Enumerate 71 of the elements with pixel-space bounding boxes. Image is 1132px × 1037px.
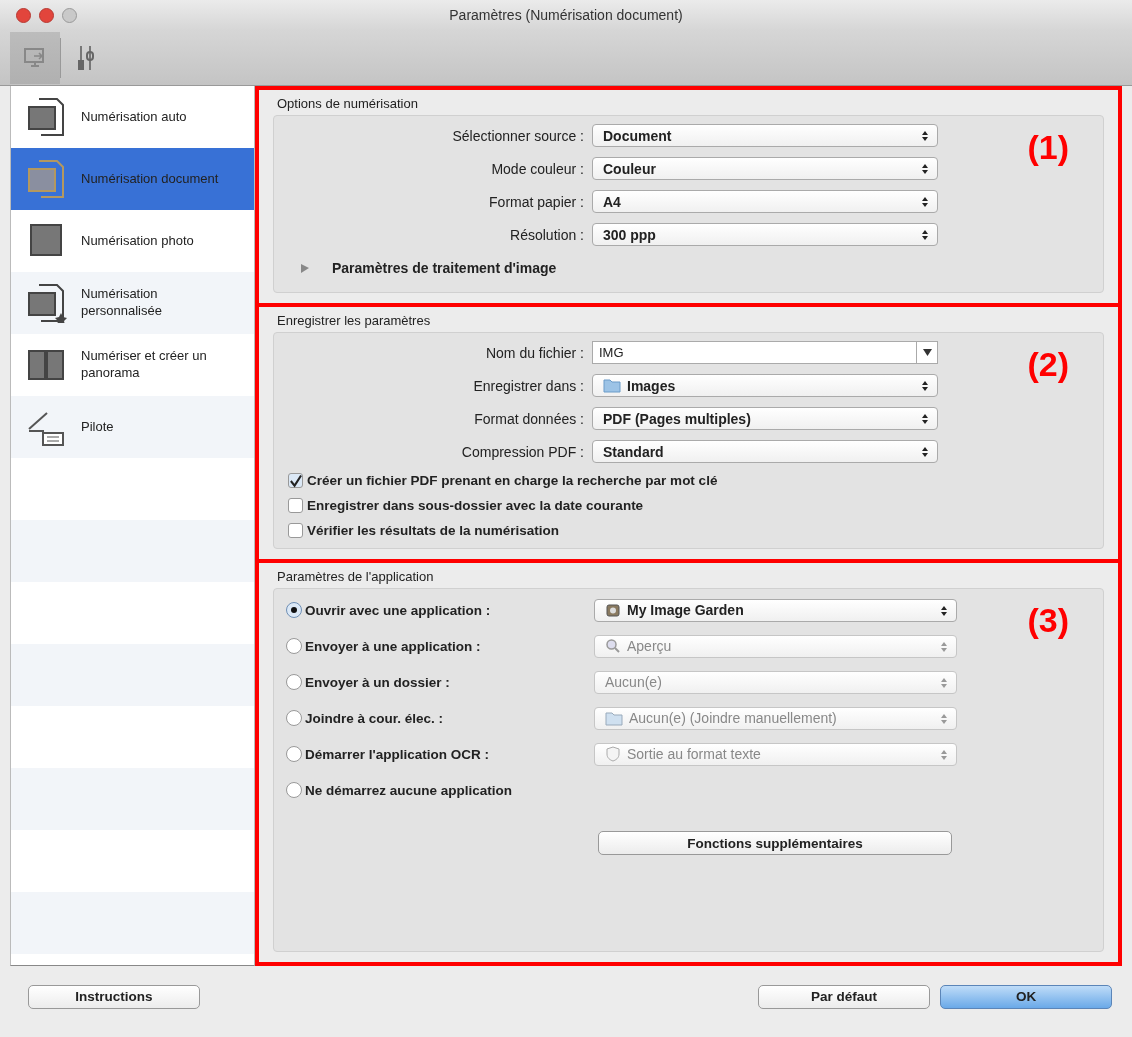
checkbox-label: Créer un fichier PDF prenant en charge la recherche par mot clé (307, 473, 718, 488)
zoom-icon[interactable] (62, 7, 77, 23)
dropdown[interactable]: Couleur (592, 157, 938, 180)
stepper-arrows-icon (921, 380, 929, 392)
field-label: Compression PDF : (460, 443, 584, 460)
stepper-arrows-icon (921, 196, 929, 208)
field-label: Nom du fichier : (484, 344, 584, 361)
radio-label: Ne démarrez aucune application (305, 782, 514, 798)
callout-number: (1) (1027, 128, 1069, 167)
sidebar-item[interactable]: Numérisation personnalisée (11, 272, 254, 334)
instructions-button[interactable]: Instructions (28, 984, 200, 1009)
tools-icon (76, 43, 96, 72)
checkbox-label: Vérifier les résultats de la numérisation (307, 523, 560, 538)
stepper-arrows-icon (940, 604, 948, 617)
filename-field[interactable]: IMG (592, 341, 938, 364)
stepper-arrows-icon (921, 130, 929, 142)
field-label: Format données : (473, 410, 584, 427)
stepper-arrows-icon (940, 712, 948, 725)
radio-button[interactable] (286, 782, 302, 798)
close-icon[interactable] (16, 7, 31, 23)
stepper-arrows-icon (921, 229, 929, 241)
stepper-arrows-icon (921, 446, 929, 458)
default-button[interactable]: Par défaut (758, 984, 930, 1009)
radio-button[interactable] (286, 602, 302, 618)
radio-label: Démarrer l'application OCR : (305, 746, 490, 762)
radio-label: Envoyer à un dossier : (305, 674, 451, 690)
window-title: Paramètres (Numérisation document) (449, 7, 683, 23)
dropdown[interactable]: Document (592, 124, 938, 147)
section-title: Enregistrer les paramètres (277, 313, 432, 328)
dropdown[interactable]: Images (592, 374, 938, 397)
callout-number: (2) (1027, 345, 1069, 384)
dropdown[interactable]: Standard (592, 440, 938, 463)
radio-label: Envoyer à une application : (305, 638, 482, 654)
section-title: Options de numérisation (277, 96, 419, 111)
minimize-icon[interactable] (39, 7, 54, 23)
ok-button[interactable]: OK (940, 984, 1112, 1009)
stepper-arrows-icon (940, 676, 948, 689)
field-label: Format papier : (488, 193, 584, 210)
radio-label: Joindre à cour. élec. : (305, 710, 445, 726)
folder-icon (603, 378, 621, 393)
dropdown[interactable]: PDF (Pages multiples) (592, 407, 938, 430)
dropdown[interactable]: My Image Garden (594, 598, 957, 622)
section-title: Paramètres de l'application (277, 569, 435, 584)
field-label: Mode couleur : (490, 160, 584, 177)
callout-number: (3) (1027, 601, 1069, 640)
field-label: Sélectionner source : (451, 127, 584, 144)
disclosure-toggle[interactable]: Paramètres de traitement d'image (284, 256, 1093, 282)
field-label: Enregistrer dans : (472, 377, 584, 394)
checkbox-label: Enregistrer dans sous-dossier avec la date courante (307, 498, 644, 513)
stepper-arrows-icon (940, 748, 948, 761)
checkbox[interactable] (288, 523, 303, 538)
stepper-arrows-icon (921, 163, 929, 175)
shield-icon (605, 746, 621, 762)
stepper-arrows-icon (921, 413, 929, 425)
radio-label: Ouvrir avec une application : (305, 602, 492, 618)
dropdown[interactable]: 300 ppp (592, 223, 938, 246)
magnifier-icon (605, 638, 621, 654)
dropdown[interactable]: A4 (592, 190, 938, 213)
sidebar-item[interactable]: Pilote (11, 396, 254, 458)
checkbox[interactable] (288, 473, 303, 488)
sidebar-item[interactable]: Numérisation document (11, 148, 254, 210)
document-icon (25, 283, 69, 323)
caret-icon (922, 349, 932, 356)
stepper-arrows-icon (940, 640, 948, 653)
disclosure-triangle-icon (300, 263, 310, 273)
checkbox[interactable] (288, 498, 303, 513)
more-functions-button[interactable]: Fonctions supplémentaires (598, 831, 952, 855)
folder-icon (605, 710, 623, 726)
app-icon (605, 602, 621, 618)
field-label: Résolution : (509, 226, 584, 243)
scanner-monitor-tab[interactable] (10, 31, 60, 84)
